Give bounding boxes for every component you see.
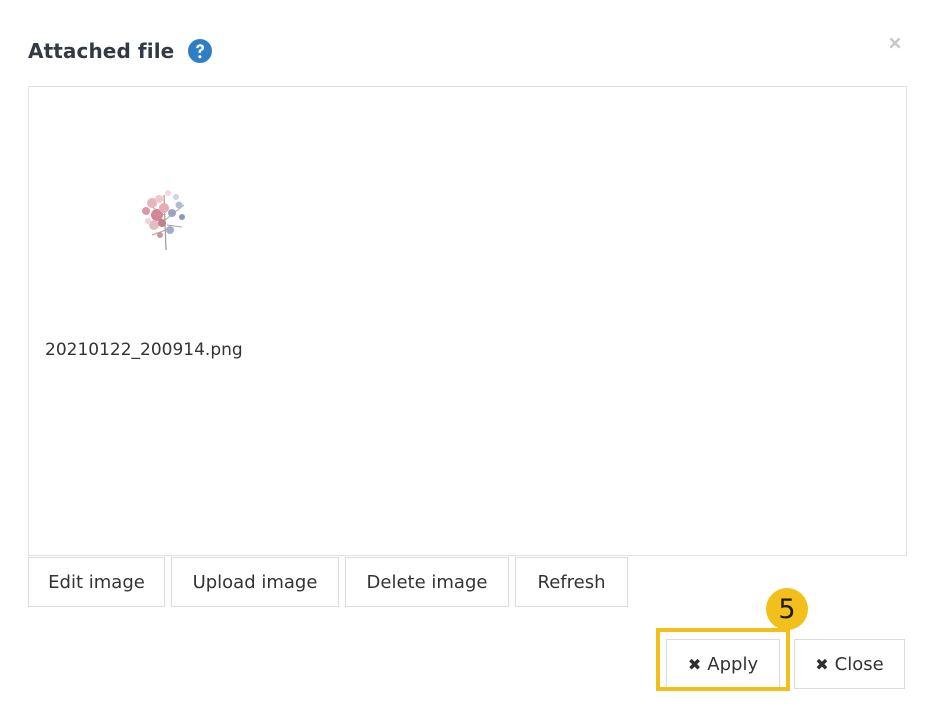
close-button[interactable]: ✖ Close: [794, 639, 905, 689]
attached-file-panel: 20210122_200914.png: [28, 86, 907, 556]
edit-image-button[interactable]: Edit image: [28, 557, 165, 607]
close-icon: ✖: [815, 654, 829, 674]
upload-image-button[interactable]: Upload image: [171, 557, 339, 607]
step-number-badge: 5: [766, 588, 808, 630]
file-name: 20210122_200914.png: [45, 340, 243, 360]
file-thumbnail[interactable]: [124, 175, 204, 265]
refresh-button[interactable]: Refresh: [515, 557, 628, 607]
question-circle-icon[interactable]: [187, 38, 213, 64]
apply-button[interactable]: ✖ Apply: [666, 639, 780, 689]
image-toolbar: Edit image Upload image Delete image Ref…: [28, 557, 628, 607]
dialog-header: Attached file: [28, 38, 213, 64]
close-icon[interactable]: [886, 34, 906, 54]
close-icon: ✖: [687, 654, 702, 674]
delete-image-button[interactable]: Delete image: [345, 557, 509, 607]
close-button-label: Close: [834, 653, 884, 675]
apply-button-label: Apply: [707, 653, 759, 675]
dialog-title: Attached file: [28, 39, 175, 63]
attached-file-dialog: Attached file 20210122_200914.png Edit i…: [0, 0, 932, 721]
